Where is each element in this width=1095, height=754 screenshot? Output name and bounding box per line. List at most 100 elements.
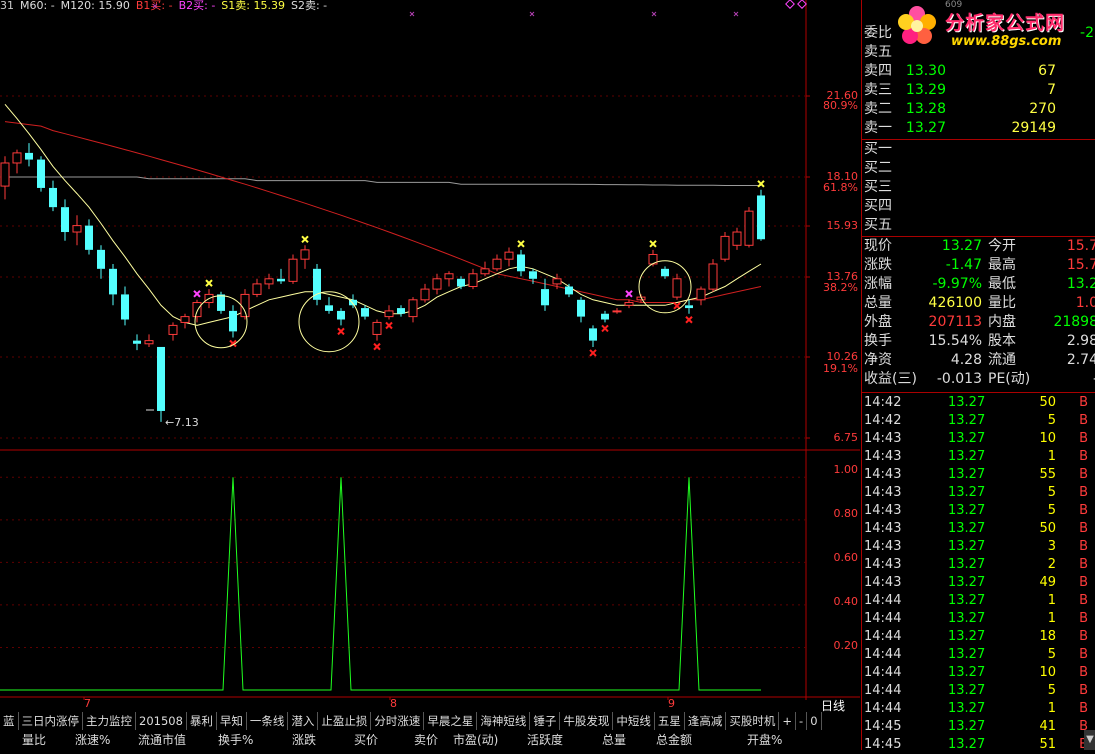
indicator-tab[interactable]: 分时涨速 (371, 712, 425, 730)
candle[interactable] (264, 273, 274, 290)
candle[interactable] (696, 286, 706, 306)
tick-row[interactable]: 14:44 13.27 5 B (862, 682, 1095, 700)
tick-row[interactable]: 14:44 13.27 10 B (862, 664, 1095, 682)
tick-row[interactable]: 14:43 13.27 5 B (862, 502, 1095, 520)
tick-row[interactable]: 14:43 13.27 10 B (862, 430, 1095, 448)
candle[interactable] (288, 254, 298, 284)
candle[interactable] (300, 245, 310, 269)
kline-chart[interactable]: ←7.13 (0, 0, 860, 712)
indicator-tab[interactable]: 早知 (217, 712, 247, 730)
tick-row[interactable]: 14:42 13.27 5 B (862, 412, 1095, 430)
indicator-tab[interactable]: 蓝 (0, 712, 19, 730)
column-header[interactable]: 量比 (22, 731, 46, 750)
candle[interactable] (85, 219, 93, 255)
candle[interactable] (349, 294, 357, 309)
candle[interactable] (313, 263, 321, 306)
candle[interactable] (420, 283, 430, 303)
candle[interactable] (25, 143, 33, 167)
candle[interactable] (672, 273, 682, 300)
candle[interactable] (49, 180, 57, 212)
candle[interactable] (624, 299, 634, 309)
tick-row[interactable]: 14:43 13.27 49 B (862, 574, 1095, 592)
candle[interactable] (384, 305, 394, 320)
tick-row[interactable]: 14:44 13.27 1 B (862, 700, 1095, 718)
candle[interactable] (109, 263, 117, 306)
indicator-tab[interactable]: 201508 (136, 712, 187, 730)
tick-row[interactable]: 14:43 13.27 55 B (862, 466, 1095, 484)
indicator-tab[interactable]: - (796, 712, 808, 730)
candle[interactable] (325, 297, 333, 314)
candle[interactable] (744, 207, 754, 248)
candle[interactable] (708, 259, 718, 292)
candle[interactable] (565, 283, 573, 298)
candle[interactable] (121, 286, 129, 326)
candle[interactable] (720, 232, 730, 262)
indicator-tab[interactable]: 三日内涨停 (19, 712, 83, 730)
indicator-tab[interactable]: 早晨之星 (424, 712, 478, 730)
indicator-tab[interactable]: 潜入 (288, 712, 319, 730)
tick-row[interactable]: 14:43 13.27 5 B (862, 484, 1095, 502)
candle[interactable] (337, 308, 345, 326)
tick-row[interactable]: 14:44 13.27 1 B (862, 610, 1095, 628)
column-header[interactable]: 涨跌 (292, 731, 316, 750)
indicator-tab[interactable]: 逢高减 (685, 712, 727, 730)
candle[interactable] (72, 215, 82, 246)
diamond-icon[interactable] (797, 0, 807, 9)
candle[interactable] (577, 297, 585, 323)
indicator-tab[interactable]: 一条线 (247, 712, 289, 730)
candle[interactable] (612, 308, 622, 314)
candle[interactable] (0, 156, 10, 200)
diamond-icon[interactable] (785, 0, 795, 9)
column-header[interactable]: 涨速% (75, 731, 110, 750)
column-header[interactable]: 总金额 (656, 731, 692, 750)
tick-row[interactable]: 14:43 13.27 3 B (862, 538, 1095, 556)
candle[interactable] (397, 305, 405, 317)
column-header[interactable]: 买价 (354, 731, 378, 750)
column-header[interactable]: 卖价 (414, 731, 438, 750)
candle[interactable] (757, 189, 765, 241)
tick-row[interactable]: 14:45 13.27 41 B (862, 718, 1095, 736)
scroll-down-icon[interactable]: ▼ (1084, 730, 1095, 750)
candle[interactable] (252, 278, 262, 298)
indicator-tab[interactable]: 暴利 (187, 712, 217, 730)
candle[interactable] (589, 325, 597, 347)
candle[interactable] (361, 305, 369, 320)
candle[interactable] (37, 156, 45, 192)
candle[interactable] (12, 149, 22, 174)
tick-row[interactable]: 14:4513.2751B (862, 736, 1095, 754)
candle[interactable] (240, 289, 250, 320)
column-header[interactable]: 流通市值 (138, 731, 186, 750)
tick-row[interactable]: 14:43 13.27 1 B (862, 448, 1095, 466)
tick-row[interactable]: 14:44 13.27 1 B (862, 592, 1095, 610)
tick-row[interactable]: 14:43 13.27 2 B (862, 556, 1095, 574)
candle[interactable] (180, 313, 190, 329)
indicator-tab[interactable]: 牛股发现 (560, 712, 614, 730)
candle[interactable] (601, 310, 609, 323)
column-header[interactable]: 总量 (602, 731, 626, 750)
indicator-tab[interactable]: 止盈止损 (318, 712, 372, 730)
candle[interactable] (229, 305, 237, 338)
tick-row[interactable]: 14:42 13.27 50 B (862, 394, 1095, 412)
candle[interactable] (372, 319, 382, 341)
candle[interactable] (444, 271, 454, 287)
candle[interactable] (217, 291, 225, 314)
candle[interactable] (61, 199, 69, 241)
tick-row[interactable]: 14:44 13.27 18 B (862, 628, 1095, 646)
candle[interactable] (277, 268, 285, 284)
chart-area[interactable]: ←7.13 (0, 0, 860, 712)
candle[interactable] (144, 334, 154, 347)
period-label[interactable]: 日线 (806, 697, 860, 713)
candle[interactable] (492, 254, 502, 272)
candle[interactable] (157, 346, 165, 422)
tick-row[interactable]: 14:43 13.27 50 B (862, 520, 1095, 538)
indicator-tab[interactable]: 海神短线 (477, 712, 531, 730)
column-header[interactable]: 换手% (218, 731, 253, 750)
indicator-tab[interactable]: 中短线 (613, 712, 655, 730)
candle[interactable] (408, 297, 418, 323)
column-header[interactable]: 开盘% (747, 731, 782, 750)
indicator-tab[interactable]: 锤子 (530, 712, 561, 730)
tick-row[interactable]: 14:44 13.27 5 B (862, 646, 1095, 664)
candle[interactable] (97, 245, 105, 279)
indicator-tab[interactable]: 主力监控 (83, 712, 136, 730)
indicator-tab[interactable]: 买股时机 (726, 712, 780, 730)
